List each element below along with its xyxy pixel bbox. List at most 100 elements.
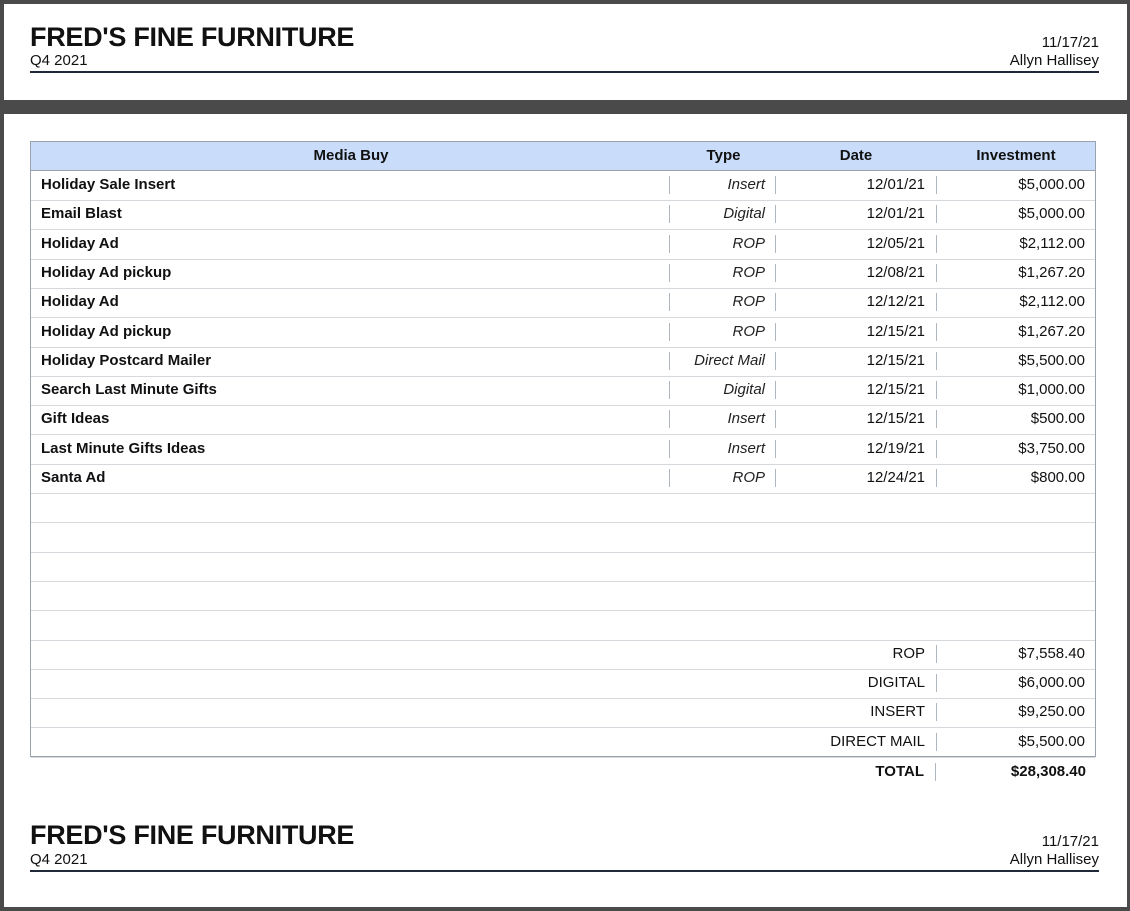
summary-value: $5,500.00 (1018, 732, 1085, 750)
cell-divider (669, 381, 670, 400)
empty-row (31, 611, 1095, 641)
cell-divider (775, 351, 776, 370)
date-cell: 12/15/21 (866, 351, 925, 369)
investment-cell: $1,267.20 (1018, 322, 1085, 340)
media-buy-cell: Last Minute Gifts Ideas (41, 439, 206, 457)
company-name: FRED'S FINE FURNITURE (30, 820, 355, 850)
total-value: $28,308.40 (1010, 763, 1086, 780)
summary-label: DIRECT MAIL (830, 732, 925, 750)
media-buy-cell: Holiday Ad (41, 234, 119, 252)
media-buy-cell: Holiday Sale Insert (41, 176, 176, 193)
table-row: Santa Ad ROP 12/24/21 $800.00 (31, 464, 1095, 494)
summary-value: $9,250.00 (1018, 703, 1085, 721)
cell-divider (775, 381, 776, 400)
cell-divider (669, 176, 670, 194)
column-header-investment: Investment (976, 147, 1056, 164)
author-name: Allyn Hallisey (1009, 52, 1099, 69)
cell-divider (936, 322, 937, 341)
summary-row: INSERT $9,250.00 (31, 698, 1095, 729)
media-buy-cell: Gift Ideas (41, 410, 110, 428)
cell-divider (775, 176, 776, 194)
cell-divider (775, 234, 776, 253)
summary-value: $7,558.40 (1018, 644, 1085, 662)
media-buy-cell: Holiday Ad pickup (41, 322, 172, 340)
cell-divider (669, 410, 670, 429)
total-label: TOTAL (875, 763, 924, 780)
cell-divider (936, 293, 937, 312)
cell-divider (775, 263, 776, 282)
author-name: Allyn Hallisey (1009, 851, 1099, 868)
cell-divider (669, 439, 670, 458)
empty-row (31, 552, 1095, 582)
table-row: Email Blast Digital 12/01/21 $5,000.00 (31, 200, 1095, 231)
cell-divider (669, 351, 670, 370)
company-name: FRED'S FINE FURNITURE (30, 22, 355, 52)
cell-divider (936, 381, 937, 400)
column-header-date: Date (839, 147, 873, 164)
media-buy-cell: Search Last Minute Gifts (41, 381, 217, 399)
summary-label: DIGITAL (867, 674, 925, 692)
investment-cell: $500.00 (1030, 410, 1085, 428)
date-cell: 12/12/21 (866, 293, 925, 311)
investment-cell: $5,500.00 (1018, 351, 1085, 369)
summary-label: ROP (892, 644, 925, 662)
date-cell: 12/19/21 (866, 439, 925, 457)
investment-cell: $5,000.00 (1018, 176, 1085, 193)
cell-divider (935, 763, 936, 781)
type-cell: ROP (732, 234, 765, 252)
investment-cell: $2,112.00 (1019, 293, 1085, 311)
table-row: Holiday Ad pickup ROP 12/08/21 $1,267.20 (31, 259, 1095, 289)
page-top: FRED'S FINE FURNITURE Q4 2021 11/17/21 A… (4, 4, 1127, 100)
quarter-label: Q4 2021 (30, 52, 88, 69)
table-header: Media Buy Type Date Investment (31, 142, 1095, 171)
date-cell: 12/01/21 (866, 176, 925, 193)
date-cell: 12/05/21 (866, 234, 925, 252)
empty-row (31, 581, 1095, 612)
investment-cell: $3,750.00 (1018, 439, 1085, 457)
column-header-media-buy: Media Buy (313, 147, 389, 164)
type-cell: Insert (727, 176, 765, 193)
quarter-label: Q4 2021 (30, 851, 88, 868)
investment-cell: $1,000.00 (1018, 381, 1085, 399)
total-row: TOTAL $28,308.40 (30, 759, 1096, 787)
cell-divider (669, 322, 670, 341)
cell-divider (936, 351, 937, 370)
media-buy-cell: Holiday Ad (41, 293, 119, 311)
summary-row: DIGITAL $6,000.00 (31, 669, 1095, 700)
type-cell: Direct Mail (694, 351, 765, 369)
table-row: Holiday Ad ROP 12/12/21 $2,112.00 (31, 288, 1095, 319)
media-buy-cell: Holiday Ad pickup (41, 263, 172, 281)
cell-divider (775, 469, 776, 487)
type-cell: Digital (723, 381, 765, 399)
type-cell: Insert (727, 410, 765, 428)
cell-divider (775, 205, 776, 224)
table-row: Gift Ideas Insert 12/15/21 $500.00 (31, 405, 1095, 436)
investment-cell: $5,000.00 (1018, 205, 1085, 223)
empty-row (31, 493, 1095, 524)
date-cell: 12/15/21 (866, 410, 925, 428)
table-row: Last Minute Gifts Ideas Insert 12/19/21 $3,… (31, 435, 1095, 465)
cell-divider (775, 439, 776, 458)
empty-row (31, 523, 1095, 553)
date-cell: 12/08/21 (866, 263, 925, 281)
cell-divider (775, 410, 776, 429)
date-cell: 12/24/21 (866, 469, 925, 486)
type-cell: Insert (727, 439, 765, 457)
cell-divider (775, 293, 776, 312)
investment-cell: $1,267.20 (1018, 263, 1085, 281)
report-date: 11/17/21 (1041, 34, 1099, 51)
investment-cell: $800.00 (1030, 469, 1085, 486)
cell-divider (669, 205, 670, 224)
type-cell: ROP (732, 469, 765, 486)
cell-divider (936, 469, 937, 487)
cell-divider (936, 644, 937, 663)
type-cell: ROP (732, 293, 765, 311)
type-cell: ROP (732, 263, 765, 281)
cell-divider (669, 263, 670, 282)
summary-row: ROP $7,558.40 (31, 640, 1095, 670)
cell-divider (669, 469, 670, 487)
cell-divider (936, 205, 937, 224)
cell-divider (936, 703, 937, 722)
cell-divider (936, 732, 937, 751)
page-main: Media Buy Type Date Investment Holiday S… (4, 114, 1127, 907)
